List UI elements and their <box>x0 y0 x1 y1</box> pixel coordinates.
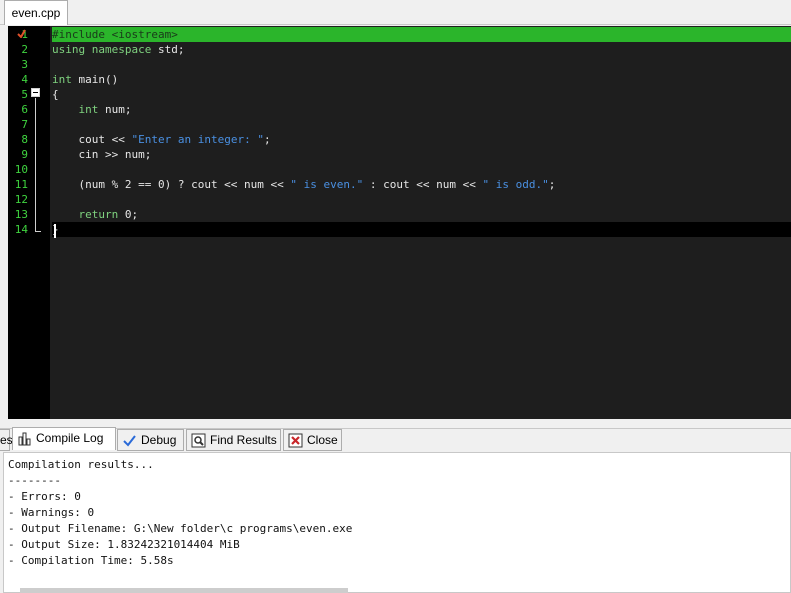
breakpoint-mark-icon[interactable] <box>17 29 26 38</box>
code-line[interactable]: { <box>52 87 791 102</box>
line-number-gutter: 1 2 3 4 5 6 7 8 9 10 11 12 13 14 <box>8 26 50 419</box>
code-line[interactable] <box>52 192 791 207</box>
code-line[interactable]: using namespace std; <box>52 42 791 57</box>
code-line[interactable] <box>52 117 791 132</box>
tab-resources-partial[interactable]: es <box>0 429 13 451</box>
code-line[interactable]: cout << "Enter an integer: "; <box>52 132 791 147</box>
close-icon <box>288 433 303 448</box>
log-line: Compilation results... <box>8 458 154 471</box>
fold-guide-end <box>35 231 41 232</box>
code-line[interactable] <box>52 162 791 177</box>
tab-bar-divider <box>0 24 791 25</box>
tab-debug-label: Debug <box>141 433 177 447</box>
line-number: 5 <box>21 88 28 101</box>
log-line: - Output Filename: G:\New folder\c progr… <box>8 522 353 535</box>
code-line[interactable]: int main() <box>52 72 791 87</box>
code-line[interactable]: int num; <box>52 102 791 117</box>
line-number: 2 <box>21 43 28 56</box>
code-line[interactable] <box>52 57 791 72</box>
line-number: 12 <box>14 193 28 206</box>
horizontal-scrollbar[interactable] <box>20 588 348 593</box>
tab-compile-log[interactable]: Compile Log <box>12 427 116 450</box>
code-line[interactable]: cin >> num; <box>52 147 791 162</box>
log-line: - Compilation Time: 5.58s <box>8 554 174 567</box>
log-line: - Errors: 0 <box>8 490 81 503</box>
bar-chart-icon <box>18 432 31 446</box>
log-line: - Warnings: 0 <box>8 506 95 519</box>
tab-close-label: Close <box>307 433 338 447</box>
tab-close[interactable]: Close <box>283 429 342 451</box>
tab-compile-log-label: Compile Log <box>36 431 104 445</box>
tab-even-cpp[interactable]: even.cpp <box>4 0 68 25</box>
line-number: 6 <box>21 103 28 116</box>
code-line[interactable]: return 0; <box>52 207 791 222</box>
text-caret <box>54 224 56 238</box>
find-icon <box>191 433 206 448</box>
compile-log-panel[interactable]: Compilation results... -------- - Errors: … <box>3 452 791 593</box>
code-line[interactable]: #include <iostream> <box>52 27 791 42</box>
line-number: 13 <box>14 208 28 221</box>
line-number: 9 <box>21 148 28 161</box>
tab-find-results[interactable]: Find Results <box>186 429 281 451</box>
line-number: 7 <box>21 118 28 131</box>
fold-guide-line <box>35 98 36 232</box>
code-line[interactable]: (num % 2 == 0) ? cout << num << " is eve… <box>52 177 791 192</box>
line-number: 14 <box>14 223 28 236</box>
file-tab-bar: even.cpp <box>0 0 791 25</box>
line-number: 8 <box>21 133 28 146</box>
code-line[interactable]: } <box>52 222 791 237</box>
fold-toggle-icon[interactable] <box>31 88 40 97</box>
log-line: -------- <box>8 474 61 487</box>
tab-resources-label: es <box>0 433 13 447</box>
line-number: 11 <box>14 178 28 191</box>
line-number: 10 <box>14 163 28 176</box>
line-number: 3 <box>21 58 28 71</box>
tab-debug[interactable]: Debug <box>117 429 184 451</box>
bottom-panel-tabs: es Compile Log Debug Find Results Close <box>0 427 791 451</box>
tab-find-results-label: Find Results <box>210 433 277 447</box>
log-line: - Output Size: 1.83242321014404 MiB <box>8 538 240 551</box>
line-number: 4 <box>21 73 28 86</box>
check-icon <box>123 435 136 447</box>
code-editor[interactable]: 1 2 3 4 5 6 7 8 9 10 11 12 13 14 #include <iostream> u… <box>8 26 791 419</box>
